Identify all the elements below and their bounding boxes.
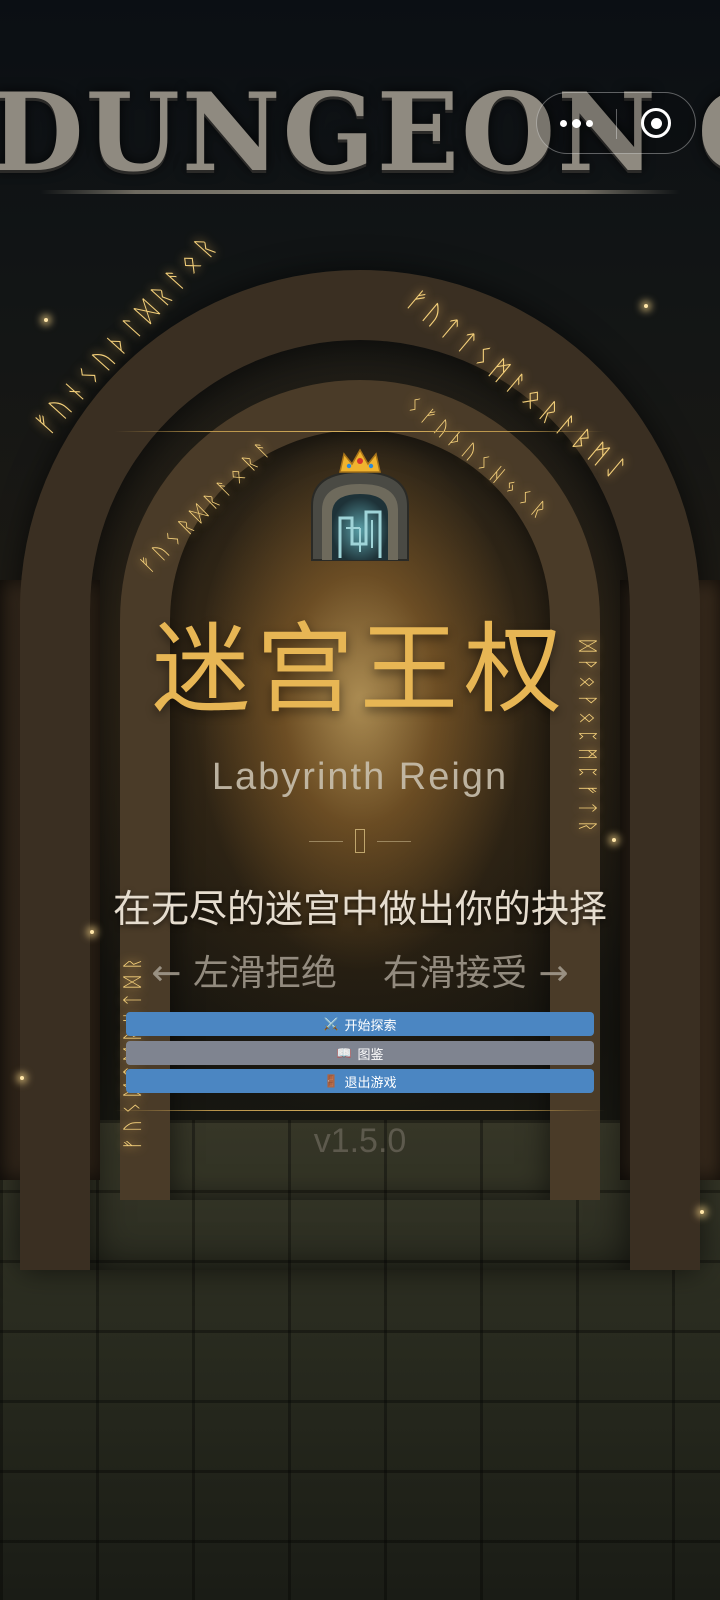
game-tagline: 在无尽的迷宫中做出你的抉择 (112, 887, 607, 931)
ornament-glyph-icon (355, 829, 365, 853)
game-title-english: Labyrinth Reign (211, 756, 509, 798)
banner-underline (40, 190, 680, 194)
codex-button[interactable]: 📖 图鉴 (126, 1041, 594, 1065)
start-explore-label: 开始探索 (344, 1018, 397, 1034)
version-label: v1.5.0 (313, 1122, 407, 1160)
swipe-right-hint: 右滑接受 → (383, 953, 569, 994)
more-dots-icon[interactable] (537, 93, 616, 153)
mini-program-capsule (536, 92, 696, 154)
target-close-icon[interactable] (617, 93, 695, 153)
exit-game-label: 退出游戏 (344, 1075, 397, 1091)
sparkle (20, 1076, 24, 1080)
exit-game-button[interactable]: 🚪 退出游戏 (126, 1069, 594, 1093)
start-explore-button[interactable]: ⚔️ 开始探索 (126, 1012, 594, 1036)
codex-label: 图鉴 (357, 1047, 384, 1063)
title-ornament (0, 826, 720, 856)
game-main-menu: ᚠᚢᚾᛊᚢᚦᛚᛞᚱᚨᛟᚱ ᚠᚢᛏᛏᛊᛗᚨᛟᚱᚨᛒᛗᛇ ᚠᚢᛊᚱᛞᚱᚨᛟᚱᚨ ᛊᚠ… (0, 0, 720, 1600)
crossed-swords-icon: ⚔️ (323, 1017, 339, 1031)
sparkle (44, 318, 48, 322)
swipe-left-hint: ← 左滑拒绝 (151, 953, 337, 994)
sparkle (700, 1210, 704, 1214)
swipe-hints: ← 左滑拒绝 右滑接受 → (0, 944, 720, 996)
game-title-chinese: 迷宫王权 (151, 613, 568, 727)
open-book-icon: 📖 (336, 1046, 352, 1060)
crowned-maze-gate-icon (311, 448, 409, 561)
bottom-divider (115, 1110, 605, 1111)
top-divider (115, 431, 605, 432)
sparkle (644, 304, 648, 308)
door-icon: 🚪 (323, 1074, 339, 1088)
